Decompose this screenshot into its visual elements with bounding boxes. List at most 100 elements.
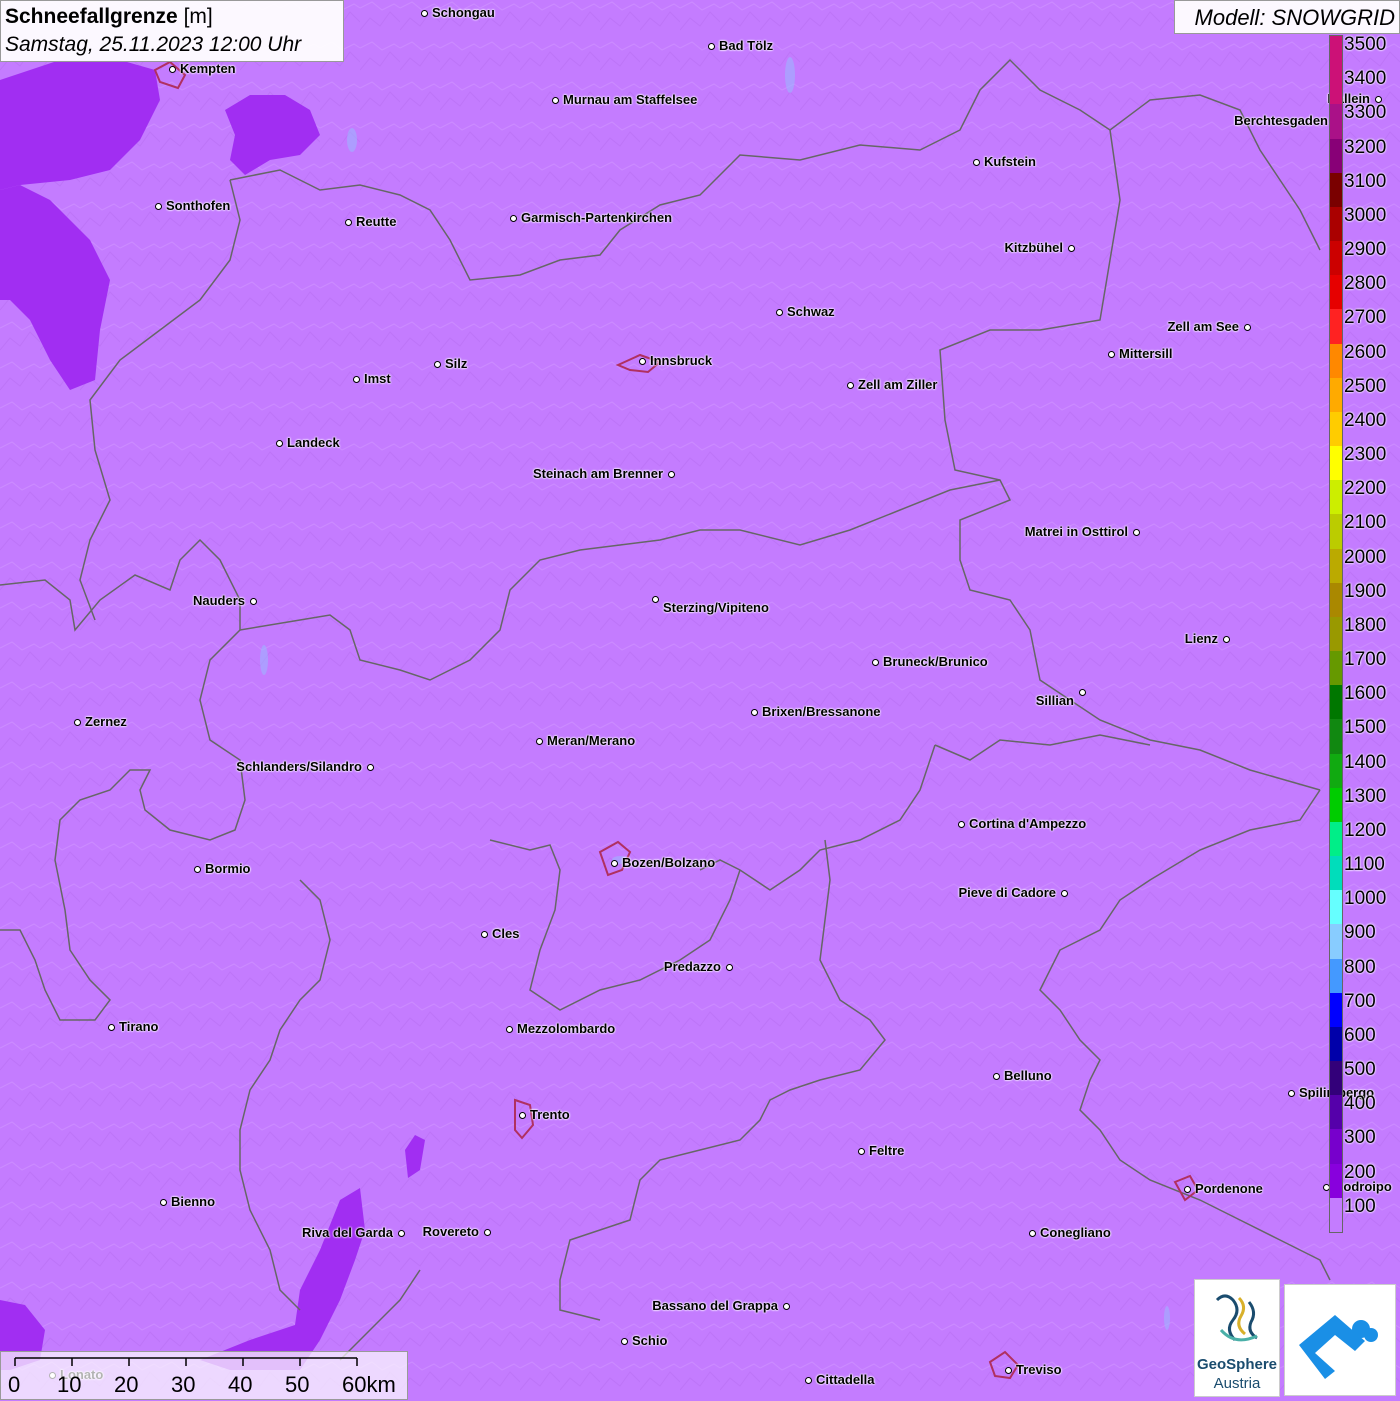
city-marker[interactable]: [620, 1337, 628, 1345]
city-marker[interactable]: [154, 202, 162, 210]
scale-tick-label: 0: [8, 1372, 21, 1397]
city-marker[interactable]: [846, 381, 854, 389]
legend-swatch: [1330, 958, 1342, 994]
legend-value: 2100: [1344, 512, 1387, 534]
city-marker[interactable]: [483, 1228, 491, 1236]
city-marker[interactable]: [509, 214, 517, 222]
city-label: Bassano del Grappa: [652, 1298, 778, 1313]
legend-value: 1500: [1344, 717, 1387, 739]
city-label: Schio: [632, 1333, 668, 1348]
city-marker[interactable]: [638, 357, 646, 365]
city-marker[interactable]: [610, 859, 618, 867]
legend-swatch: [1330, 172, 1342, 208]
city-marker[interactable]: [1287, 1089, 1295, 1097]
city-marker[interactable]: [107, 1023, 115, 1031]
legend-value: 1200: [1344, 819, 1387, 841]
city-marker[interactable]: [275, 439, 283, 447]
scale-tick-label: 50: [285, 1372, 310, 1397]
legend-value: 300: [1344, 1127, 1376, 1149]
legend-swatch: [1330, 70, 1342, 105]
legend-value: 1300: [1344, 785, 1387, 807]
city-label: Sillian: [1035, 693, 1074, 708]
city-marker[interactable]: [725, 963, 733, 971]
city-label: Steinach am Brenner: [532, 466, 663, 481]
city-marker[interactable]: [804, 1376, 812, 1384]
city-marker[interactable]: [992, 1072, 1000, 1080]
city-marker[interactable]: [857, 1147, 865, 1155]
city-marker[interactable]: [871, 658, 879, 666]
city-marker[interactable]: [1222, 635, 1230, 643]
city-label: Landeck: [287, 435, 340, 450]
city-marker[interactable]: [505, 1025, 513, 1033]
legend-swatch: [1330, 992, 1342, 1028]
legend-value: 2500: [1344, 375, 1387, 397]
city-marker[interactable]: [972, 158, 980, 166]
city-marker[interactable]: [366, 763, 374, 771]
city-marker[interactable]: [352, 375, 360, 383]
city-label: Riva del Garda: [301, 1225, 393, 1240]
city-marker[interactable]: [1028, 1229, 1036, 1237]
city-marker[interactable]: [1004, 1366, 1012, 1374]
city-marker[interactable]: [1107, 350, 1115, 358]
city-label: Murnau am Staffelsee: [563, 92, 698, 107]
city-marker[interactable]: [1078, 688, 1086, 696]
geosphere-logo[interactable]: GeoSphere Austria: [1194, 1279, 1280, 1397]
city-marker[interactable]: [249, 597, 257, 605]
legend-value: 900: [1344, 922, 1376, 944]
city-marker[interactable]: [782, 1302, 790, 1310]
city-marker[interactable]: [193, 865, 201, 873]
city-label: Bozen/Bolzano: [622, 855, 716, 870]
scale-tick-label: 60km: [342, 1372, 396, 1397]
city-label: Imst: [364, 371, 391, 386]
city-marker[interactable]: [667, 470, 675, 478]
city-label: Lienz: [1184, 631, 1218, 646]
city-marker[interactable]: [707, 42, 715, 50]
legend-swatch: [1330, 582, 1342, 618]
city-marker[interactable]: [168, 65, 176, 73]
city-marker[interactable]: [1060, 889, 1068, 897]
legend-value: 2000: [1344, 546, 1387, 568]
city-marker[interactable]: [957, 820, 965, 828]
city-marker[interactable]: [73, 718, 81, 726]
app-logo[interactable]: [1284, 1284, 1396, 1396]
map-datetime: Samstag, 25.11.2023 12:00 Uhr: [5, 33, 302, 56]
city-label: Schlanders/Silandro: [236, 759, 362, 774]
city-marker[interactable]: [1243, 323, 1251, 331]
scale-tick-label: 30: [171, 1372, 196, 1397]
city-label: Brixen/Bressanone: [762, 704, 881, 719]
legend-swatch: [1330, 36, 1342, 71]
city-label: Mezzolombardo: [517, 1021, 616, 1036]
city-marker[interactable]: [1183, 1185, 1191, 1193]
logo-line1: GeoSphere: [1196, 1356, 1278, 1373]
city-marker[interactable]: [480, 930, 488, 938]
legend-swatch: [1330, 651, 1342, 686]
city-marker[interactable]: [397, 1229, 405, 1237]
city-marker[interactable]: [535, 737, 543, 745]
city-marker[interactable]: [433, 360, 441, 368]
city-marker[interactable]: [420, 9, 428, 17]
city-marker[interactable]: [775, 308, 783, 316]
city-label: Innsbruck: [650, 353, 713, 368]
city-label: Trento: [530, 1107, 570, 1122]
city-marker[interactable]: [1067, 244, 1075, 252]
city-marker[interactable]: [750, 708, 758, 716]
city-marker[interactable]: [159, 1198, 167, 1206]
legend-value: 800: [1344, 956, 1376, 978]
city-marker[interactable]: [518, 1111, 526, 1119]
legend-swatch: [1330, 548, 1342, 584]
city-marker[interactable]: [1132, 528, 1140, 536]
legend-swatch: [1330, 241, 1342, 276]
city-marker[interactable]: [344, 218, 352, 226]
legend-value: 2300: [1344, 444, 1387, 466]
city-marker[interactable]: [651, 595, 659, 603]
title-unit: [m]: [183, 5, 213, 28]
legend-swatch: [1330, 1163, 1342, 1199]
logo-line2: Austria: [1213, 1375, 1261, 1392]
geosphere-emblem-icon: [1215, 1294, 1258, 1342]
legend-value: 1800: [1344, 614, 1387, 636]
city-label: Pieve di Cadore: [958, 885, 1056, 900]
scale-tick-label: 20: [114, 1372, 139, 1397]
legend-swatch: [1330, 1095, 1342, 1130]
city-marker[interactable]: [551, 96, 559, 104]
city-label: Kufstein: [984, 154, 1036, 169]
